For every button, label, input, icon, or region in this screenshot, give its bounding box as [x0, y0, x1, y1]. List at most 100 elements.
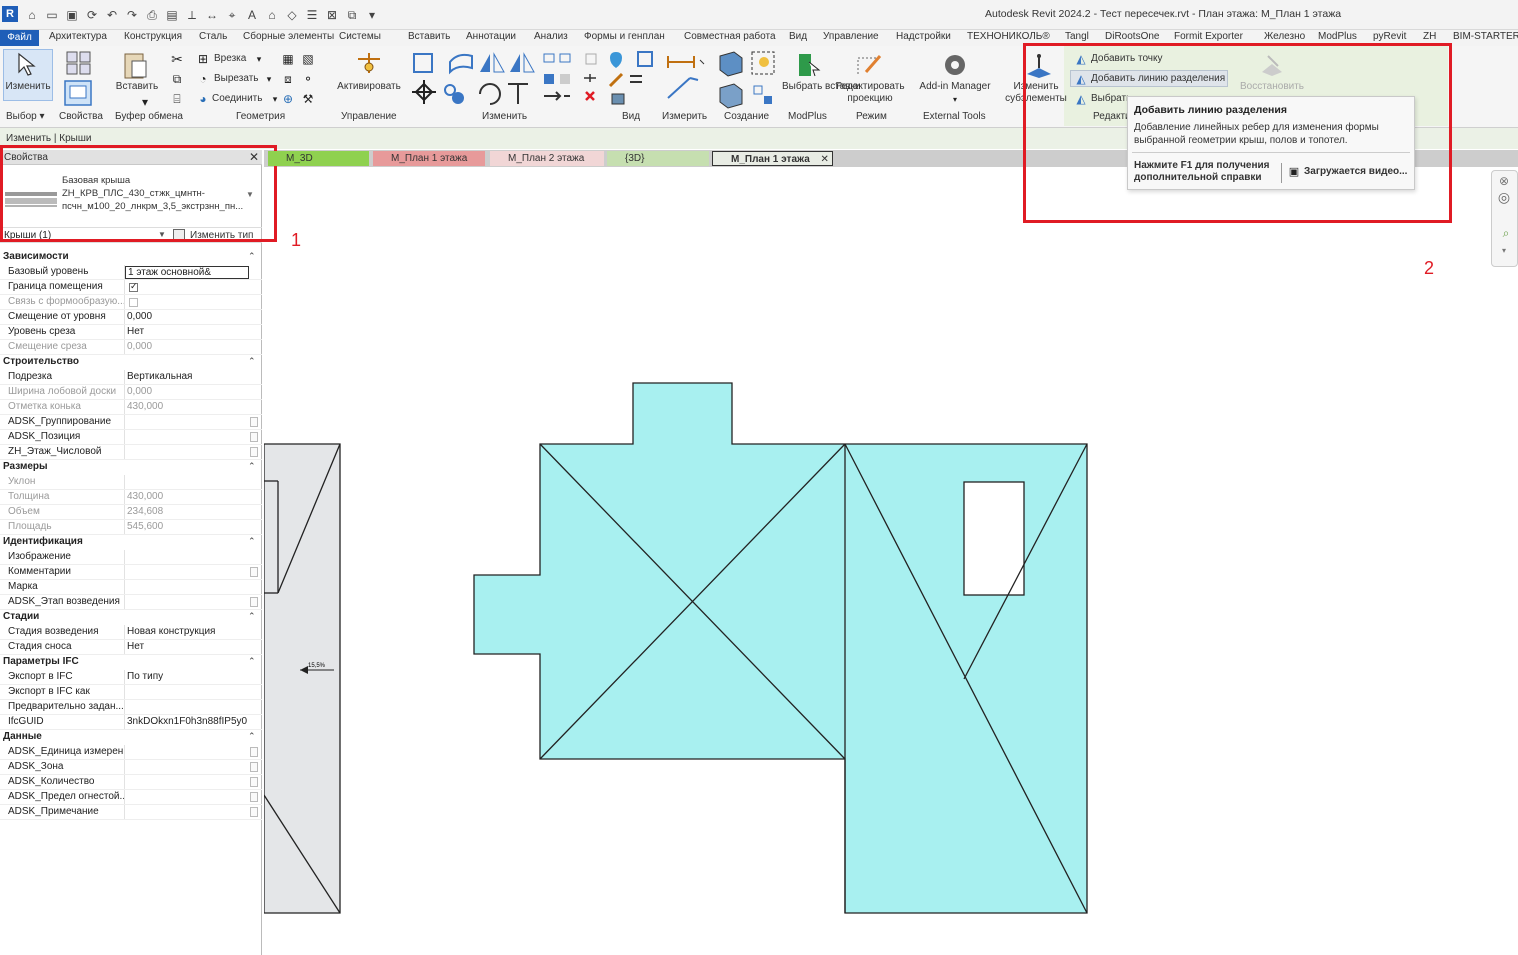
selected-roof[interactable] — [473, 382, 1088, 914]
close-nav-icon[interactable]: ⊗ — [1497, 174, 1511, 188]
tab-20[interactable]: ZH — [1423, 31, 1436, 42]
tab-9[interactable]: Совместная работа — [684, 31, 776, 42]
paint-icon[interactable]: ▦ — [281, 52, 295, 66]
edit-value-button[interactable] — [250, 447, 258, 457]
revit-logo[interactable]: R — [2, 6, 18, 22]
edit-value-button[interactable] — [250, 792, 258, 802]
copy-icon[interactable]: ⧉ — [170, 72, 184, 86]
undo-icon[interactable]: ↶ — [104, 7, 120, 23]
property-category[interactable]: Строительство ⌃ — [0, 355, 262, 370]
tab-2[interactable]: Сталь — [199, 31, 227, 42]
addin-dropdown-icon[interactable]: ▾ — [948, 93, 962, 107]
tab-14[interactable]: Tangl — [1065, 31, 1089, 42]
close-views-icon[interactable]: ⊠ — [324, 7, 340, 23]
text-icon[interactable]: A — [244, 7, 260, 23]
property-value[interactable]: 3nkDOkxn1F0h3n88fIP5y0 — [127, 716, 247, 727]
print-icon[interactable]: ⎙ — [144, 7, 160, 23]
edit-value-button[interactable] — [250, 567, 258, 577]
drawing-canvas[interactable]: 15,5% — [264, 167, 1518, 955]
edit-value-button[interactable] — [250, 777, 258, 787]
match-type-icon[interactable]: ⌸ — [170, 92, 184, 106]
cope-dropdown-icon[interactable]: ▾ — [252, 52, 266, 66]
property-value[interactable]: 0,000 — [127, 311, 247, 322]
join-icon[interactable]: ◕ — [196, 92, 210, 106]
collapse-chevron-icon[interactable]: ⌃ — [248, 536, 256, 547]
measure-tools-icons[interactable] — [666, 50, 706, 110]
cut-dropdown-icon[interactable]: ▾ — [262, 72, 276, 86]
edit-value-button[interactable] — [250, 417, 258, 427]
tab-8[interactable]: Формы и генплан — [584, 31, 665, 42]
property-category[interactable]: Размеры ⌃ — [0, 460, 262, 475]
collapse-chevron-icon[interactable]: ⌃ — [248, 611, 256, 622]
edit-value-button[interactable] — [250, 597, 258, 607]
adjacent-roof[interactable] — [264, 443, 341, 914]
cut-geometry-icon[interactable]: ◔ — [196, 72, 210, 86]
property-value[interactable]: Нет — [127, 641, 247, 652]
cut-geometry-button[interactable]: Вырезать — [214, 73, 258, 84]
join-dropdown-icon[interactable]: ▾ — [268, 92, 282, 106]
hammer-icon[interactable]: ⚒ — [301, 92, 315, 106]
property-category[interactable]: Идентификация ⌃ — [0, 535, 262, 550]
cope-button[interactable]: Врезка — [214, 53, 246, 64]
roof-opening[interactable] — [963, 481, 1025, 596]
properties-icon[interactable] — [66, 51, 94, 77]
split-face-icon[interactable]: ▧ — [301, 52, 315, 66]
close-tab-icon[interactable]: ✕ — [818, 154, 829, 165]
paste-dropdown-icon[interactable]: ▾ — [138, 95, 152, 109]
nav-dropdown-icon[interactable]: ▾ — [1497, 244, 1511, 258]
edit-value-button[interactable] — [250, 762, 258, 772]
activate-icon[interactable] — [356, 51, 382, 77]
view-tab-2[interactable]: М_План 2 этажа — [490, 151, 604, 166]
collapse-chevron-icon[interactable]: ⌃ — [248, 731, 256, 742]
tab-3[interactable]: Сборные элементы — [243, 31, 334, 42]
tab-18[interactable]: ModPlus — [1318, 31, 1357, 42]
collapse-chevron-icon[interactable]: ⌃ — [248, 251, 256, 262]
steering-wheel-icon[interactable]: ◎ — [1497, 190, 1511, 204]
tab-5[interactable]: Вставить — [408, 31, 450, 42]
property-category[interactable]: Параметры IFC ⌃ — [0, 655, 262, 670]
create-tools-icons[interactable] — [716, 50, 778, 110]
edit-value-button[interactable] — [250, 747, 258, 757]
beam-join-icon[interactable]: ⚬ — [301, 72, 315, 86]
join-button[interactable]: Соединить — [212, 93, 262, 104]
pdf-icon[interactable]: ▤ — [164, 7, 180, 23]
cope-icon[interactable]: ⊞ — [196, 52, 210, 66]
edit-value-button[interactable] — [250, 432, 258, 442]
paste-icon[interactable] — [122, 51, 150, 81]
switch-windows-icon[interactable]: ⧉ — [344, 7, 360, 23]
tab-12[interactable]: Надстройки — [896, 31, 951, 42]
tab-1[interactable]: Конструкция — [124, 31, 182, 42]
measure-icon[interactable]: ⟂ — [184, 7, 200, 23]
save-icon[interactable]: ▣ — [64, 7, 80, 23]
tab-17[interactable]: Железно — [1264, 31, 1305, 42]
collapse-chevron-icon[interactable]: ⌃ — [248, 356, 256, 367]
view-tab-4[interactable]: М_План 1 этажа ✕ — [712, 151, 833, 166]
tab-7[interactable]: Анализ — [534, 31, 568, 42]
type-properties-icon[interactable] — [64, 80, 94, 108]
view-tab-1[interactable]: М_План 1 этажа — [373, 151, 485, 166]
dimension-icon[interactable]: ↔ — [204, 7, 220, 23]
view-tools-icons[interactable] — [608, 50, 656, 110]
addin-manager-icon[interactable] — [943, 53, 967, 77]
property-value[interactable]: По типу — [127, 671, 247, 682]
tab-15[interactable]: DiRootsOne — [1105, 31, 1159, 42]
3d-view-icon[interactable]: ⌂ — [264, 7, 280, 23]
tab-6[interactable]: Аннотации — [466, 31, 516, 42]
scissors-icon[interactable]: ✂ — [170, 52, 184, 66]
sync-icon[interactable]: ⟳ — [84, 7, 100, 23]
tab-4[interactable]: Системы — [339, 31, 381, 42]
collapse-chevron-icon[interactable]: ⌃ — [248, 656, 256, 667]
thin-lines-icon[interactable]: ☰ — [304, 7, 320, 23]
tab-10[interactable]: Вид — [789, 31, 807, 42]
tab-19[interactable]: pyRevit — [1373, 31, 1406, 42]
base-level-field[interactable]: 1 этаж основной& — [125, 266, 249, 279]
property-category[interactable]: Данные ⌃ — [0, 730, 262, 745]
pick-inserts-icon[interactable] — [797, 52, 821, 78]
home-icon[interactable]: ⌂ — [24, 7, 40, 23]
redo-icon[interactable]: ↷ — [124, 7, 140, 23]
property-category[interactable]: Зависимости ⌃ — [0, 250, 262, 265]
tab-0[interactable]: Архитектура — [49, 31, 107, 42]
wall-joins-icon[interactable]: ⧈ — [281, 72, 295, 86]
view-tab-0[interactable]: М_3D — [268, 151, 369, 166]
customize-qat-icon[interactable]: ▾ — [364, 7, 380, 23]
